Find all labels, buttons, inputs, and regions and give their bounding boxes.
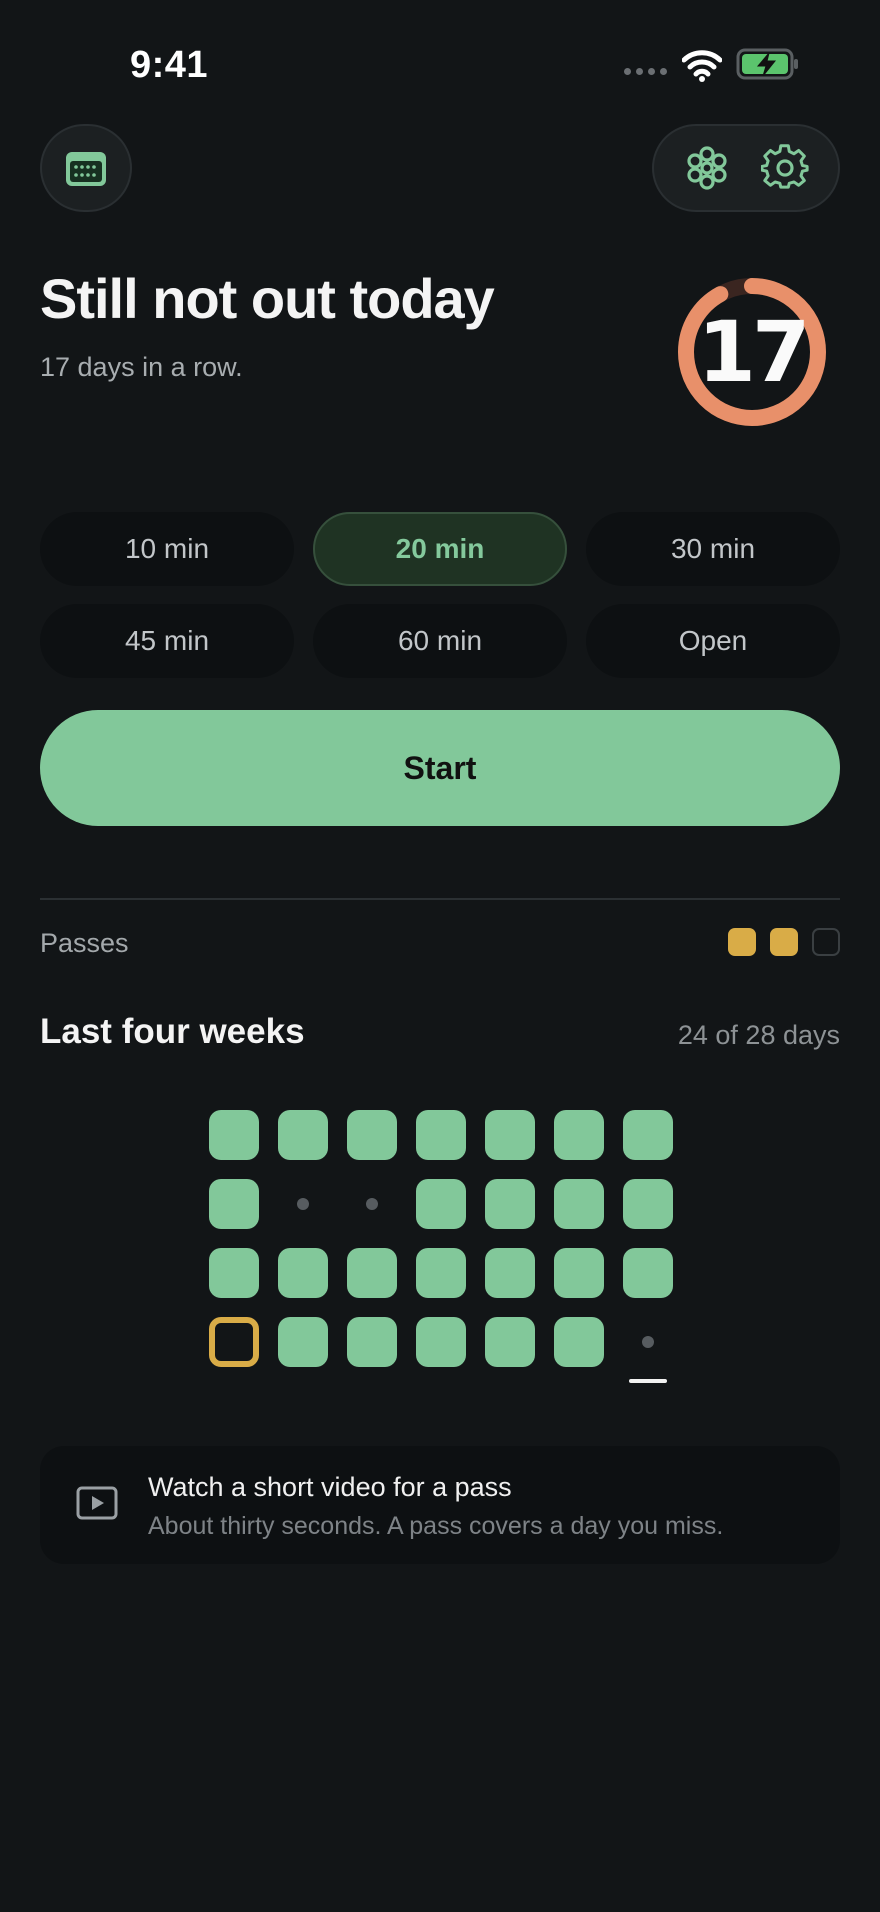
day-cell-done: [209, 1248, 259, 1298]
day-cell-done: [623, 1248, 673, 1298]
day-cell-done: [209, 1179, 259, 1229]
battery-charging-icon: [736, 48, 798, 80]
status-time: 9:41: [130, 44, 209, 86]
day-cell-done: [485, 1317, 535, 1367]
day-cell-missed: [347, 1179, 397, 1229]
today-indicator: [629, 1379, 667, 1383]
day-cell-done: [416, 1317, 466, 1367]
day-cell-done: [485, 1110, 535, 1160]
day-cell-done: [416, 1179, 466, 1229]
day-cell-done: [278, 1110, 328, 1160]
day-cell-done: [554, 1179, 604, 1229]
pass-token-empty: [812, 928, 840, 956]
duration-option[interactable]: Open: [586, 604, 840, 678]
duration-option[interactable]: 10 min: [40, 512, 294, 586]
duration-option[interactable]: 60 min: [313, 604, 567, 678]
duration-option-selected[interactable]: 20 min: [313, 512, 567, 586]
flower-icon[interactable]: [683, 144, 731, 192]
streak-title: Still not out today: [40, 267, 495, 330]
cellular-signal-icon: [624, 68, 667, 75]
video-title: Watch a short video for a pass: [148, 1472, 512, 1502]
streak-subtitle: 17 days in a row.: [40, 352, 243, 382]
gear-icon[interactable]: [761, 144, 809, 192]
calendar-button[interactable]: [40, 124, 132, 212]
day-cell-done: [623, 1179, 673, 1229]
day-cell-done: [347, 1110, 397, 1160]
calendar-icon: [66, 152, 106, 186]
play-icon: [76, 1486, 118, 1520]
weeks-count: 24 of 28 days: [677, 1020, 840, 1050]
day-cell-done: [416, 1110, 466, 1160]
day-cell-done: [554, 1248, 604, 1298]
streak-count: 17: [697, 303, 811, 401]
day-cell-done: [554, 1110, 604, 1160]
pass-token: [770, 928, 798, 956]
start-button[interactable]: Start: [40, 710, 840, 826]
day-cell-done: [623, 1110, 673, 1160]
pass-token: [728, 928, 756, 956]
divider: [40, 898, 840, 900]
wifi-icon: [682, 50, 722, 82]
day-cell-done: [554, 1317, 604, 1367]
day-cell-done: [347, 1317, 397, 1367]
day-cell-done: [278, 1248, 328, 1298]
day-cell-done: [485, 1248, 535, 1298]
day-cell-pass-used: [209, 1317, 259, 1367]
weeks-title: Last four weeks: [40, 1012, 305, 1051]
header-actions: [652, 124, 840, 212]
day-cell-done: [347, 1248, 397, 1298]
video-subtitle: About thirty seconds. A pass covers a da…: [148, 1512, 724, 1540]
day-cell-today: [623, 1317, 673, 1367]
day-cell-missed: [278, 1179, 328, 1229]
day-cell-done: [485, 1179, 535, 1229]
duration-option[interactable]: 30 min: [586, 512, 840, 586]
day-cell-done: [278, 1317, 328, 1367]
day-cell-done: [416, 1248, 466, 1298]
passes-label: Passes: [40, 928, 129, 958]
watch-video-card[interactable]: [40, 1446, 840, 1564]
duration-option[interactable]: 45 min: [40, 604, 294, 678]
day-cell-done: [209, 1110, 259, 1160]
